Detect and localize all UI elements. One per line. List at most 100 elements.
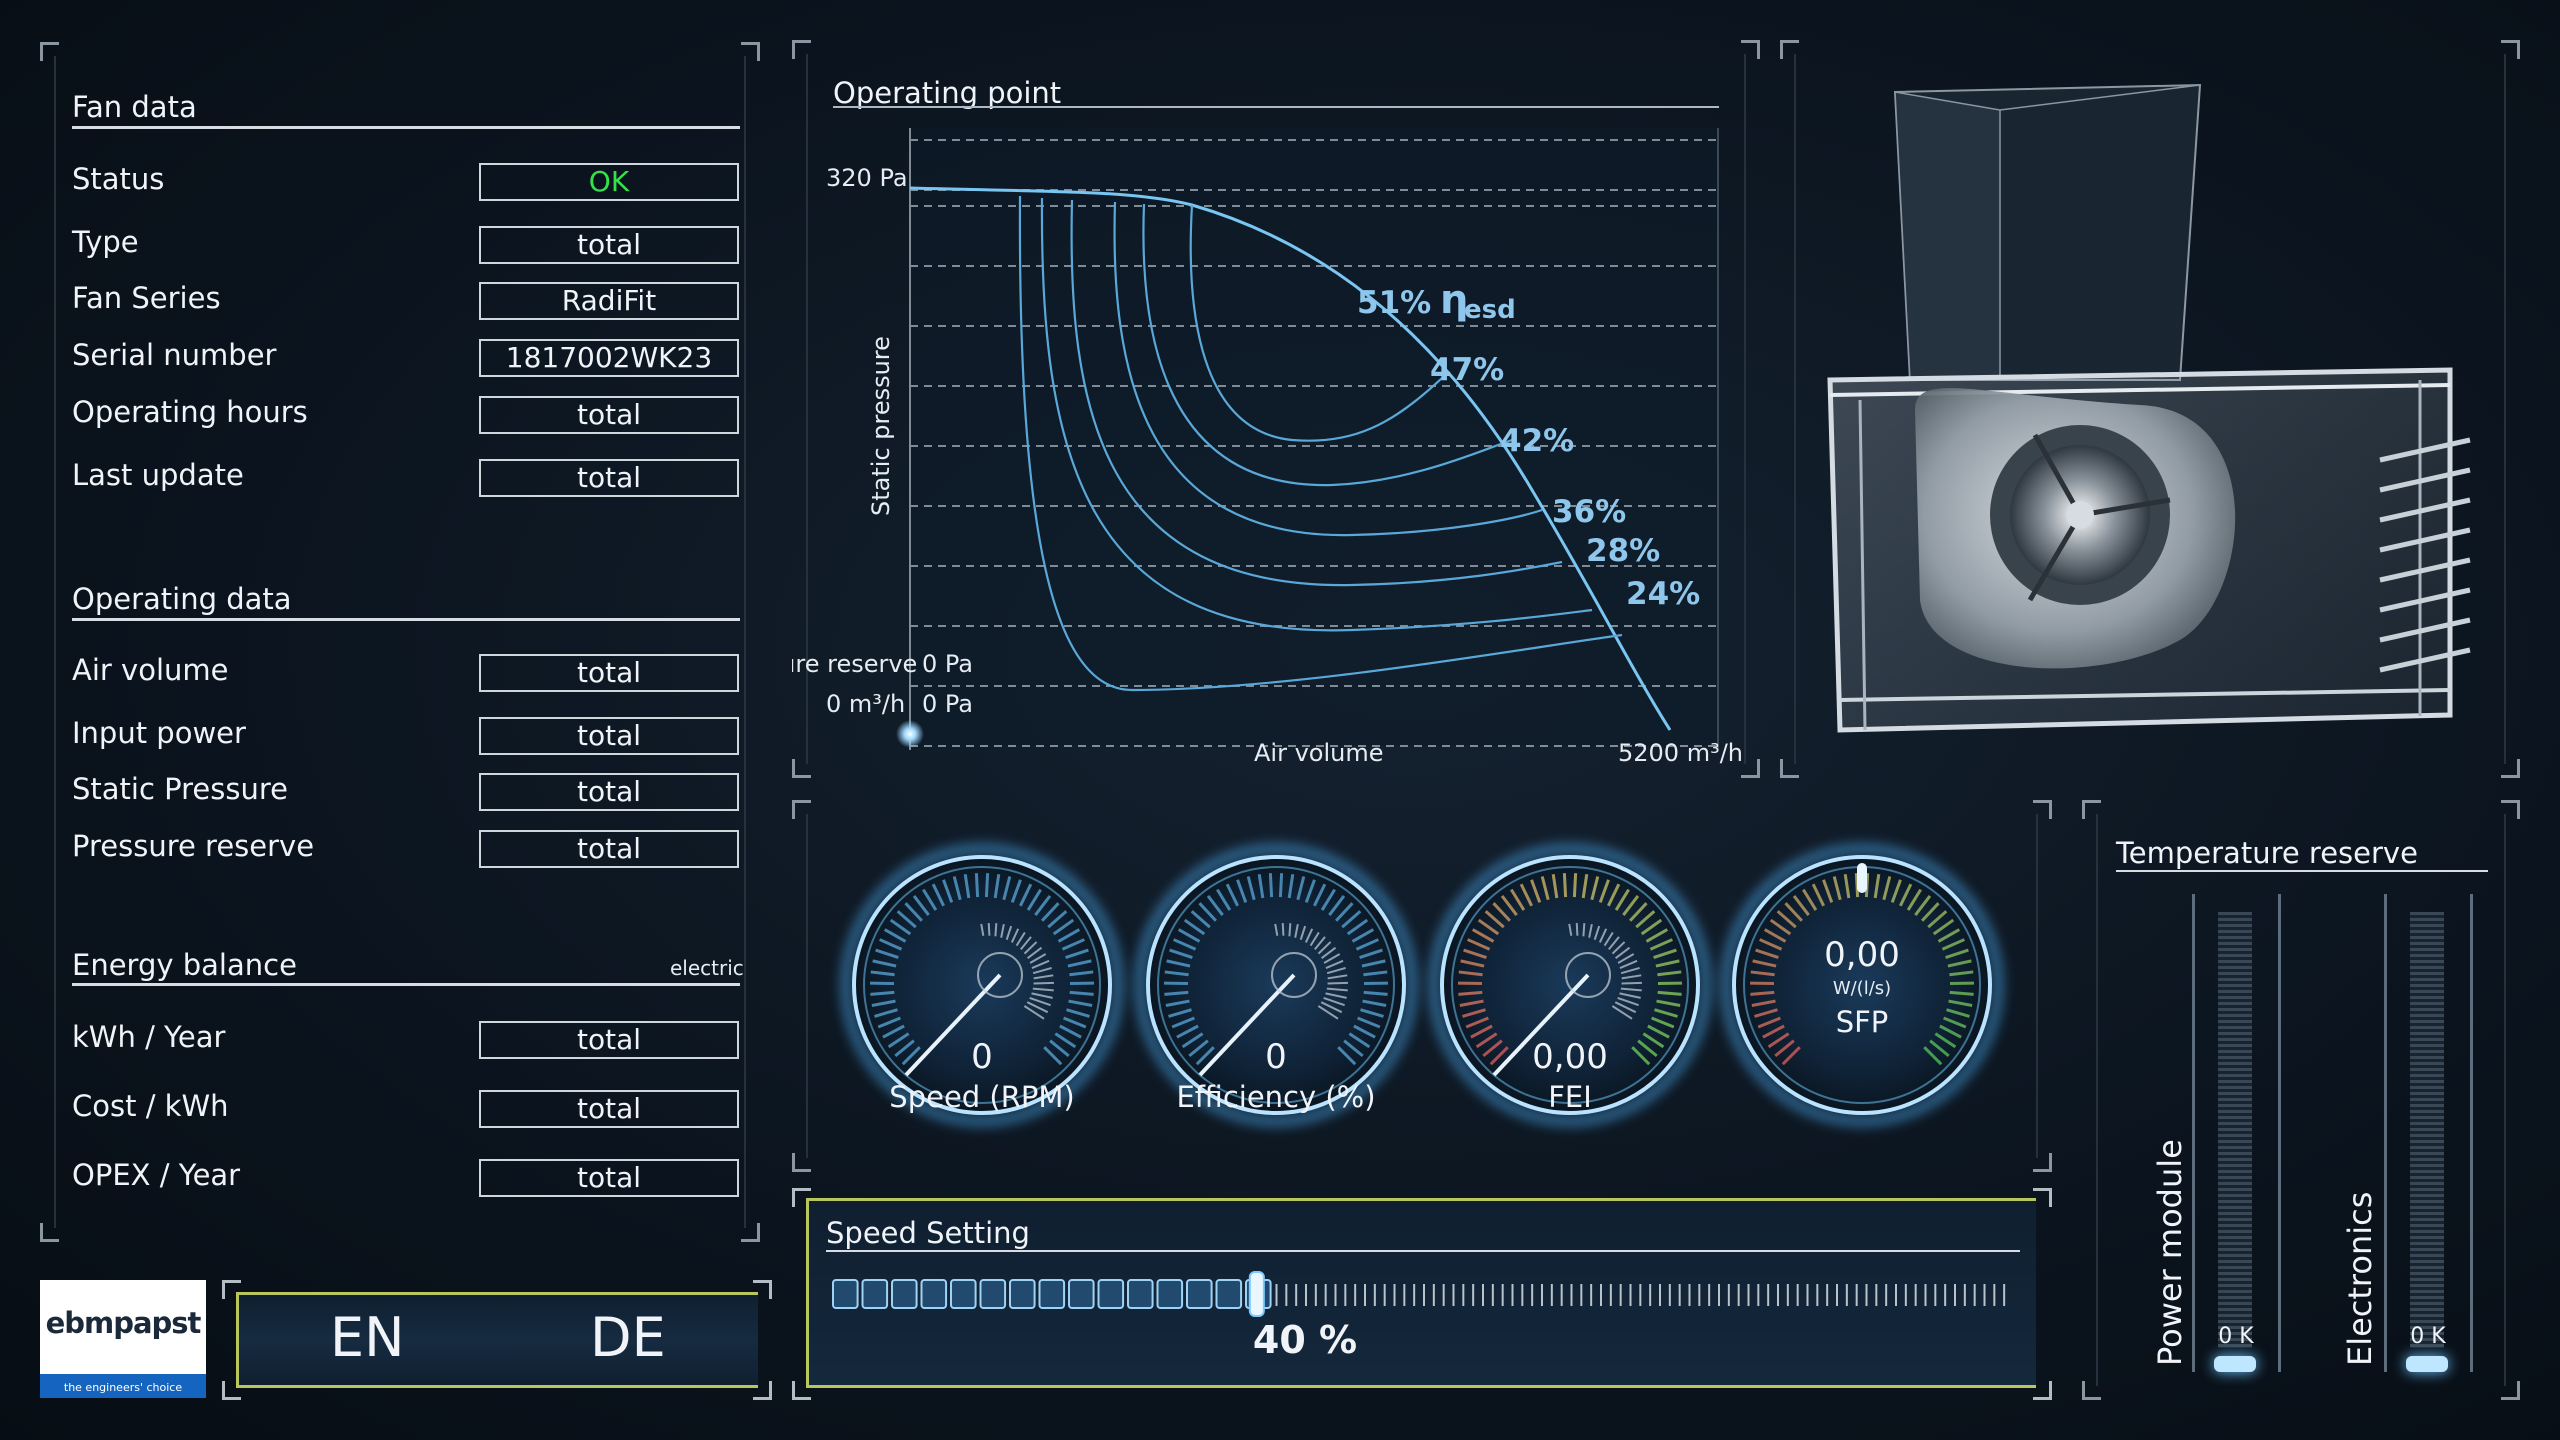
efficiency-label-42: 42% (1500, 423, 1574, 459)
speed-setting-value: 40 % (1252, 1318, 1358, 1362)
status-label: Status (72, 162, 165, 196)
panel-corner (40, 1223, 59, 1242)
gauge-tick (1281, 923, 1285, 936)
cost-kwh-value: total (479, 1090, 739, 1128)
energy-balance-note: electric (670, 956, 744, 980)
efficiency-label-36: 36% (1552, 494, 1626, 530)
gauge-tick (1621, 981, 1642, 985)
pressure-reserve-chart-value: 0 Pa (922, 650, 973, 678)
sfp-gauge-unit: W/(l/s) (1832, 978, 1892, 999)
last-update-label: Last update (72, 458, 244, 492)
language-en-button[interactable]: EN (330, 1306, 405, 1369)
efficiency-label-51: 51% (1357, 285, 1431, 321)
gauge-tick (1458, 990, 1483, 996)
gauge-tick (984, 873, 990, 898)
slider-active-segment (979, 1279, 1007, 1309)
language-bar (236, 1292, 758, 1388)
static-pressure-value: total (479, 773, 739, 811)
operating-data-title: Operating data (72, 582, 292, 616)
slider-active-segment (832, 1279, 859, 1309)
gauge-tick (1750, 990, 1775, 996)
gauge-tick (1164, 990, 1189, 996)
electronics-value: 0 K (2410, 1324, 2446, 1349)
efficiency-label-47: 47% (1430, 352, 1504, 388)
fei-gauge-label: FEI (1548, 1080, 1592, 1114)
power-module-value: 0 K (2218, 1324, 2254, 1349)
opex-year-label: OPEX / Year (72, 1158, 241, 1192)
gauge-tick (974, 873, 980, 898)
temperature-reserve-panel (2082, 800, 2520, 1400)
language-switcher (222, 1280, 772, 1400)
speed-gauge-value: 0 (971, 1037, 993, 1077)
kwh-year-value: total (479, 1021, 739, 1059)
energy-balance-title: Energy balance (72, 948, 297, 982)
fei-gauge-value: 0,00 (1532, 1037, 1608, 1077)
sfp-gauge-label: SFP (1835, 1005, 1889, 1039)
gauge-tick (1572, 873, 1578, 898)
gauge-tick (1582, 923, 1586, 937)
section-rule (72, 126, 740, 129)
brand-tagline: the engineers' choice (63, 1381, 183, 1394)
pressure-reserve-chart-label: Pressure reserve (792, 650, 917, 678)
y-max-label: 320 Pa (826, 164, 908, 192)
slider-active-segment (920, 1279, 948, 1309)
operating-point-marker (896, 720, 924, 748)
operating-hours-value: total (479, 396, 739, 434)
chart-plot-area (910, 128, 1718, 746)
fan-data-title: Fan data (72, 90, 197, 124)
electronics-indicator (2406, 1356, 2448, 1372)
efficiency-label-24: 24% (1626, 576, 1700, 612)
gauge-tick (994, 923, 998, 937)
last-update-value: total (479, 459, 739, 497)
operating-point-chart: 51% η esd 47% 42% 36% 28% 24% 320 Pa Sta… (792, 128, 1743, 767)
speed-setting-title: Speed Setting (826, 1216, 1030, 1250)
speed-slider[interactable] (824, 1270, 2024, 1322)
section-rule (2116, 870, 2488, 872)
section-rule (826, 1250, 2020, 1252)
status-value: OK (479, 163, 739, 201)
efficiency-gauge-value: 0 (1265, 1037, 1287, 1077)
static-pressure-label: Static Pressure (72, 772, 288, 806)
section-rule (833, 106, 1719, 108)
slider-active-segment (1068, 1279, 1095, 1309)
speed-slider-handle[interactable] (1248, 1271, 1265, 1317)
gauge-tick (1363, 990, 1388, 996)
gauge-tick (870, 990, 895, 996)
electronics-label: Electronics (2341, 1191, 2379, 1366)
gauge-tick (1278, 873, 1284, 898)
input-power-value: total (479, 717, 739, 755)
input-power-label: Input power (72, 716, 246, 750)
sfp-gauge-value: 0,00 (1824, 935, 1900, 975)
slider-active-segment (861, 1279, 889, 1309)
efficiency-gauge-label: Efficiency (%) (1176, 1080, 1376, 1114)
gauge-tick (1288, 923, 1292, 937)
section-rule (72, 618, 740, 621)
power-module-label: Power module (2151, 1139, 2189, 1366)
brand-logo: ebmpapst the engineers' choice (40, 1280, 206, 1398)
electronics-rail (2470, 894, 2473, 1372)
eta-subscript: esd (1464, 295, 1516, 325)
operating-point-title: Operating point (833, 76, 1062, 110)
language-de-button[interactable]: DE (590, 1306, 666, 1369)
slider-active-segment (1156, 1279, 1184, 1309)
slider-active-segment (1009, 1279, 1036, 1309)
current-air-volume: 0 m³/h (826, 690, 905, 718)
fan-series-label: Fan Series (72, 281, 221, 315)
air-volume-label: Air volume (72, 653, 229, 687)
air-volume-value: total (479, 654, 739, 692)
power-module-rail (2278, 894, 2281, 1372)
serial-number-label: Serial number (72, 338, 277, 372)
x-max-label: 5200 m³/h (1618, 739, 1743, 767)
kwh-year-label: kWh / Year (72, 1020, 226, 1054)
section-rule (72, 983, 740, 986)
pressure-reserve-label: Pressure reserve (72, 829, 315, 863)
electronics-meter (2410, 912, 2444, 1348)
slider-active-segment (1097, 1279, 1125, 1309)
y-axis-label: Static pressure (867, 336, 895, 516)
cost-kwh-label: Cost / kWh (72, 1089, 229, 1123)
gauge-tick (1575, 923, 1579, 936)
serial-number-value: 1817002WK23 (479, 339, 739, 377)
operating-hours-label: Operating hours (72, 395, 308, 429)
power-module-indicator (2214, 1356, 2256, 1372)
x-axis-label: Air volume (1254, 739, 1384, 767)
